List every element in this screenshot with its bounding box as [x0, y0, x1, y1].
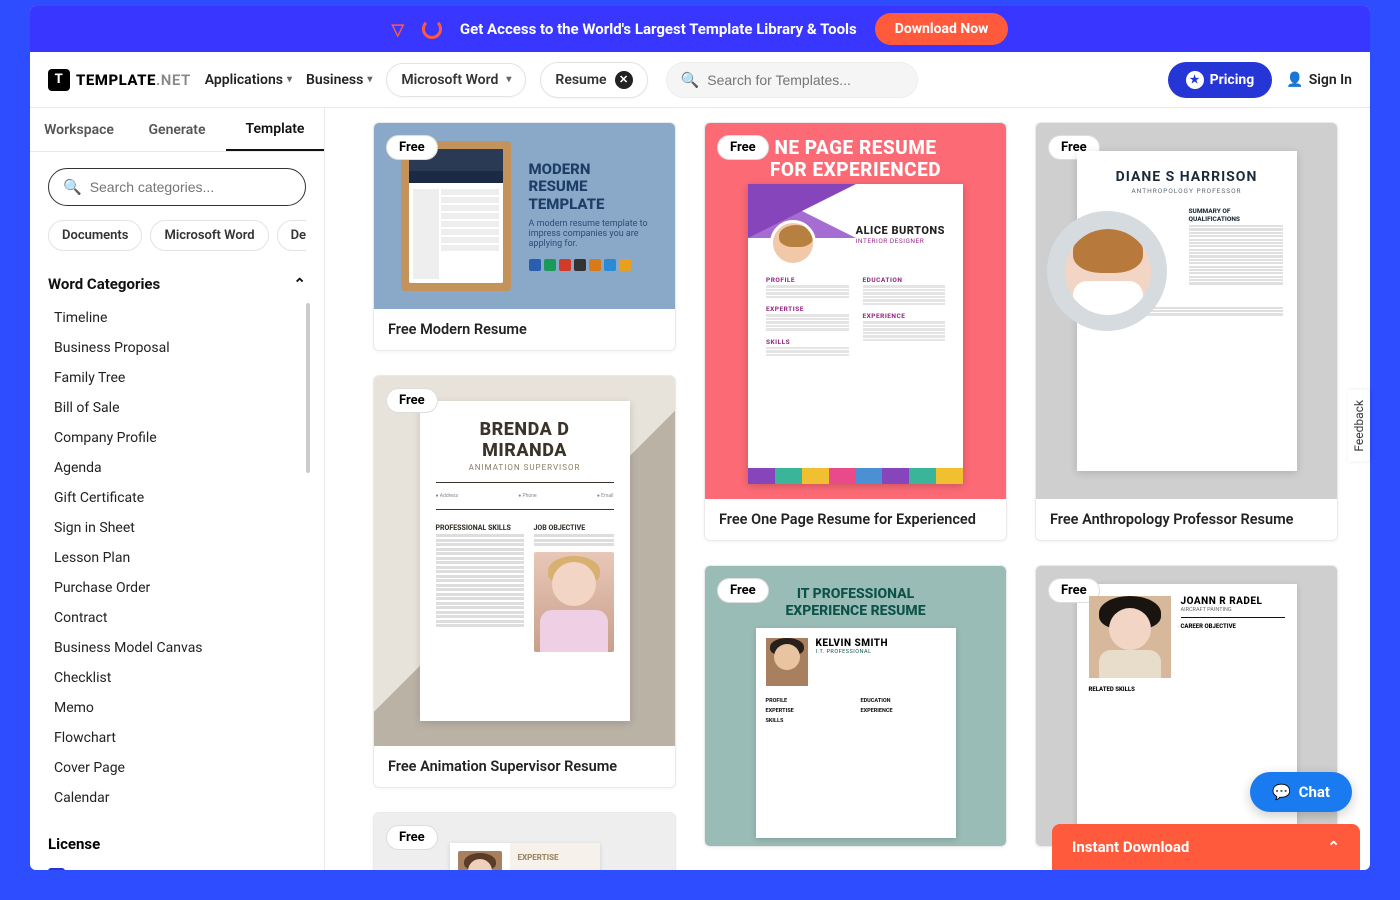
pricing-button[interactable]: ★Pricing	[1168, 62, 1273, 98]
chevron-up-icon: ⌃	[1327, 838, 1340, 856]
logo[interactable]: T TEMPLATE.NET	[48, 69, 191, 91]
template-card[interactable]: Free NE PAGE RESUMEFOR EXPERIENCED ALICE…	[704, 122, 1007, 541]
search-icon: 🔍	[681, 71, 700, 89]
template-title: Free One Page Resume for Experienced	[705, 499, 1006, 540]
loading-icon	[422, 19, 442, 39]
template-title: Free Animation Supervisor Resume	[374, 746, 675, 787]
promo-banner: ▽ Get Access to the World's Largest Temp…	[30, 6, 1370, 52]
tab-generate[interactable]: Generate	[128, 108, 226, 151]
free-badge: Free	[386, 388, 438, 413]
template-title: Free Anthropology Professor Resume	[1036, 499, 1337, 540]
free-badge: Free	[386, 825, 438, 850]
arrow-down-icon: ▽	[392, 20, 404, 39]
close-icon[interactable]: ✕	[615, 71, 633, 89]
license-free[interactable]: ✓Free	[48, 863, 306, 870]
cat-item[interactable]: Contract	[48, 603, 306, 633]
global-search[interactable]: 🔍	[666, 62, 918, 98]
sign-in-link[interactable]: 👤Sign In	[1286, 72, 1352, 88]
category-list: Timeline Business Proposal Family Tree B…	[48, 303, 306, 813]
sidebar-tabs: Workspace Generate Template	[30, 108, 324, 152]
cat-item[interactable]: Flowchart	[48, 723, 306, 753]
chevron-down-icon: ▾	[506, 74, 511, 85]
template-title: Free Modern Resume	[374, 309, 675, 350]
search-icon: 🔍	[63, 178, 82, 196]
cat-item[interactable]: Gift Certificate	[48, 483, 306, 513]
cat-item[interactable]: Bill of Sale	[48, 393, 306, 423]
template-card[interactable]: Free BRENDA D MIRANDA ANIMATION SUPERVIS…	[373, 375, 676, 788]
nav-applications[interactable]: Applications▾	[205, 72, 292, 88]
chevron-down-icon: ▾	[287, 74, 292, 85]
cat-item[interactable]: Calendar	[48, 783, 306, 813]
template-card[interactable]: Free EXPERTISE	[373, 812, 676, 870]
template-gallery: Free MODERNRESUMETEMPLATE A modern resum…	[325, 108, 1370, 870]
chat-widget[interactable]: 💬Chat	[1250, 772, 1352, 812]
category-search-input[interactable]	[90, 179, 291, 195]
cat-item[interactable]: Timeline	[48, 303, 306, 333]
template-thumb: Free BRENDA D MIRANDA ANIMATION SUPERVIS…	[374, 376, 675, 746]
license-section: License ✓Free Pro	[48, 835, 306, 870]
filter-pill-resume[interactable]: Resume✕	[540, 62, 647, 98]
cat-item[interactable]: Sign in Sheet	[48, 513, 306, 543]
chip-row: Documents Microsoft Word Des ›	[48, 220, 306, 251]
template-card[interactable]: Free DIANE S HARRISON ANTHROPOLOGY PROFE…	[1035, 122, 1338, 541]
cat-item[interactable]: Business Model Canvas	[48, 633, 306, 663]
sidebar: Workspace Generate Template 🔍 Documents …	[30, 108, 325, 870]
section-word-categories[interactable]: Word Categories⌃	[48, 275, 306, 293]
chip-documents[interactable]: Documents	[48, 220, 142, 251]
chevron-down-icon: ▾	[367, 74, 372, 85]
chevron-up-icon: ⌃	[293, 275, 306, 293]
template-card[interactable]: Free MODERNRESUMETEMPLATE A modern resum…	[373, 122, 676, 351]
crown-icon: ★	[1186, 71, 1204, 89]
cat-item[interactable]: Checklist	[48, 663, 306, 693]
template-thumb: Free MODERNRESUMETEMPLATE A modern resum…	[374, 123, 675, 309]
free-badge: Free	[386, 135, 438, 160]
cat-item[interactable]: Memo	[48, 693, 306, 723]
cat-item[interactable]: Family Tree	[48, 363, 306, 393]
chat-icon: 💬	[1272, 783, 1291, 801]
template-card[interactable]: Free IT PROFESSIONALEXPERIENCE RESUME KE…	[704, 565, 1007, 847]
cat-item[interactable]: Company Profile	[48, 423, 306, 453]
filter-pill-msword[interactable]: Microsoft Word▾	[386, 63, 526, 97]
nav-business[interactable]: Business▾	[306, 72, 372, 88]
template-thumb: Free IT PROFESSIONALEXPERIENCE RESUME KE…	[705, 566, 1006, 846]
chip-designs[interactable]: Des	[277, 220, 306, 251]
promo-text: Get Access to the World's Largest Templa…	[460, 20, 857, 38]
header: T TEMPLATE.NET Applications▾ Business▾ M…	[30, 52, 1370, 108]
feedback-tab[interactable]: Feedback	[1348, 390, 1370, 462]
tab-template[interactable]: Template	[226, 108, 324, 151]
category-search[interactable]: 🔍	[48, 168, 306, 206]
cat-item[interactable]: Agenda	[48, 453, 306, 483]
template-thumb: Free NE PAGE RESUMEFOR EXPERIENCED ALICE…	[705, 123, 1006, 499]
tab-workspace[interactable]: Workspace	[30, 108, 128, 151]
free-badge: Free	[717, 578, 769, 603]
cat-item[interactable]: Purchase Order	[48, 573, 306, 603]
instant-download-bar[interactable]: Instant Download⌃	[1052, 824, 1360, 870]
template-thumb: Free EXPERTISE	[374, 813, 675, 870]
search-input[interactable]	[707, 72, 902, 88]
license-heading: License	[48, 835, 306, 853]
download-now-button[interactable]: Download Now	[875, 13, 1009, 45]
cat-item[interactable]: Cover Page	[48, 753, 306, 783]
cat-item[interactable]: Lesson Plan	[48, 543, 306, 573]
template-thumb: Free DIANE S HARRISON ANTHROPOLOGY PROFE…	[1036, 123, 1337, 499]
checkbox-checked-icon[interactable]: ✓	[48, 868, 65, 870]
chip-microsoft-word[interactable]: Microsoft Word	[150, 220, 268, 251]
user-icon: 👤	[1286, 72, 1303, 88]
logo-text: TEMPLATE.NET	[76, 71, 191, 89]
cat-item[interactable]: Business Proposal	[48, 333, 306, 363]
logo-icon: T	[48, 69, 70, 91]
